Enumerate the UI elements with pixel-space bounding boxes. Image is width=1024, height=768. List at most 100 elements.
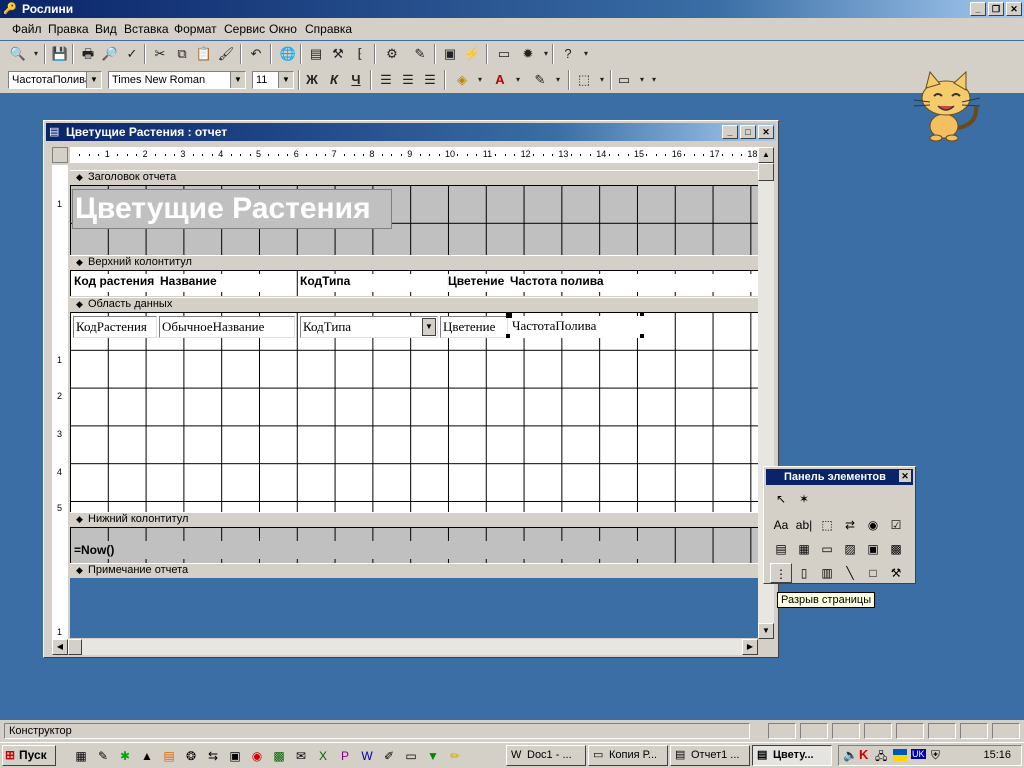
tab-control-tool-icon[interactable]: ▯ — [793, 563, 815, 583]
section-bar-page-footer[interactable]: ◆ Нижний колонтитул — [70, 512, 758, 528]
report-maximize-button[interactable]: □ — [740, 125, 756, 139]
underline-button[interactable]: Ч — [346, 70, 366, 90]
sorting-grouping-icon[interactable]: ⁅ — [350, 44, 370, 64]
selection-handle[interactable] — [640, 334, 644, 338]
unbound-frame-tool-icon[interactable]: ▣ — [862, 539, 884, 559]
header-label-type[interactable]: КодТипа — [300, 274, 438, 292]
language-indicator[interactable]: UK — [911, 749, 926, 759]
menu-tools[interactable]: Сервис — [224, 22, 265, 36]
office-assistant-cat-icon[interactable] — [900, 68, 990, 142]
page-footer-grid[interactable]: =Now() — [70, 527, 758, 563]
quicklaunch-fish-icon[interactable]: ❂ — [182, 747, 200, 765]
quicklaunch-paint-icon[interactable]: ✎ — [94, 747, 112, 765]
horizontal-scrollbar[interactable]: ◀ ▶ — [52, 639, 758, 655]
header-label-name[interactable]: Название — [160, 274, 294, 292]
bound-frame-tool-icon[interactable]: ▩ — [885, 539, 907, 559]
ukraine-flag-icon[interactable] — [893, 749, 907, 761]
task-button-report1[interactable]: ▤ Отчет1 ... — [670, 745, 750, 766]
quicklaunch-excel-icon[interactable]: X — [314, 747, 332, 765]
report-title-label[interactable]: Цветущие Растения — [72, 189, 392, 229]
more-controls-tool-icon[interactable]: ⚒ — [885, 563, 907, 583]
shield-icon[interactable]: ⛨ — [931, 748, 940, 763]
chevron-down-icon[interactable]: ▼ — [230, 72, 245, 88]
copy-icon[interactable]: ⧉ — [172, 44, 192, 64]
quicklaunch-desktop-icon[interactable]: ▦ — [72, 747, 90, 765]
section-bar-report-footer[interactable]: ◆ Примечание отчета — [70, 563, 758, 579]
task-button-flowering[interactable]: ▤ Цвету... — [752, 745, 832, 766]
report-header-grid[interactable]: Цветущие Растения — [70, 185, 758, 255]
menu-view[interactable]: Вид — [95, 22, 117, 36]
scroll-left-icon[interactable]: ◀ — [52, 639, 68, 655]
minimize-button[interactable]: _ — [970, 2, 986, 16]
vertical-ruler[interactable]: 1 1 2 3 4 5 1 — [52, 165, 68, 655]
format-painter-icon[interactable]: 🖌 — [216, 44, 236, 64]
align-left-icon[interactable]: ☰ — [376, 70, 396, 90]
quicklaunch-check-icon[interactable]: ▼ — [424, 747, 442, 765]
italic-button[interactable]: К — [324, 70, 344, 90]
hyperlink-icon[interactable]: 🌐 — [278, 44, 298, 64]
save-icon[interactable]: 💾 — [50, 44, 70, 64]
menu-file[interactable]: Файл — [12, 22, 42, 36]
quicklaunch-publisher-icon[interactable]: P — [336, 747, 354, 765]
align-right-icon[interactable]: ☰ — [420, 70, 440, 90]
field-watering-selected[interactable]: ЧастотаПолива — [510, 316, 640, 338]
help-dropdown-icon[interactable]: ▾ — [576, 44, 596, 64]
page-header-grid[interactable]: Код растения Название КодТипа Цветение Ч… — [70, 270, 758, 296]
line-tool-icon[interactable]: ╲ — [839, 563, 861, 583]
start-button[interactable]: ⊞ Пуск — [2, 745, 56, 766]
selection-handle[interactable] — [506, 334, 510, 338]
toolbox-icon[interactable]: ⚒ — [328, 44, 348, 64]
section-bar-report-header[interactable]: ◆ Заголовок отчета — [70, 170, 758, 186]
view-icon[interactable]: 🔍 — [8, 44, 28, 64]
cut-icon[interactable]: ✂ — [150, 44, 170, 64]
toolbar-options-icon[interactable]: ▾ — [644, 70, 664, 90]
chevron-down-icon[interactable]: ▼ — [86, 72, 101, 88]
special-effect-icon[interactable]: ▭ — [614, 70, 634, 90]
chevron-down-icon[interactable]: ▼ — [278, 72, 293, 88]
toolbox-close-icon[interactable]: ✕ — [899, 470, 911, 482]
quicklaunch-image-icon[interactable]: ▣ — [226, 747, 244, 765]
report-minimize-button[interactable]: _ — [722, 125, 738, 139]
fill-color-icon[interactable]: ◈ — [452, 70, 472, 90]
report-close-button[interactable]: ✕ — [758, 125, 774, 139]
print-icon[interactable]: 🖶 — [78, 44, 98, 64]
font-color-dropdown-icon[interactable]: ▾ — [508, 70, 528, 90]
header-label-watering[interactable]: Частота полива — [510, 274, 756, 292]
font-size-combo[interactable]: 11 ▼ — [252, 71, 294, 89]
field-list-icon[interactable]: ▤ — [306, 44, 326, 64]
field-code[interactable]: КодРастения — [73, 316, 157, 338]
task-button-copy[interactable]: ▭ Копия Р... — [588, 745, 668, 766]
checkbox-tool-icon[interactable]: ☑ — [885, 515, 907, 535]
section-bar-detail[interactable]: ◆ Область данных — [70, 297, 758, 313]
quicklaunch-triangle-icon[interactable]: ▲ — [138, 747, 156, 765]
quicklaunch-paint-icon[interactable]: ✐ — [380, 747, 398, 765]
chevron-down-icon[interactable]: ▼ — [422, 318, 436, 336]
font-color-icon[interactable]: A — [490, 70, 510, 90]
hscroll-thumb[interactable] — [68, 639, 82, 655]
toggle-tool-icon[interactable]: ⇄ — [839, 515, 861, 535]
section-bar-page-header[interactable]: ◆ Верхний колонтитул — [70, 255, 758, 271]
app-titlebar[interactable]: 🔑 Рослини _ ❐ ✕ — [0, 0, 1024, 18]
border-width-icon[interactable]: ⬚ — [574, 70, 594, 90]
field-bloom[interactable]: Цветение — [440, 316, 508, 338]
toolbox-titlebar[interactable]: Панель элементов ✕ — [766, 469, 913, 485]
image-tool-icon[interactable]: ▨ — [839, 539, 861, 559]
network-icon[interactable]: 🖧 — [875, 748, 887, 767]
field-name[interactable]: ОбычноеНазвание — [159, 316, 295, 338]
selection-handle[interactable] — [640, 312, 644, 316]
menu-edit[interactable]: Правка — [48, 22, 89, 36]
quicklaunch-word-icon[interactable]: W — [358, 747, 376, 765]
quicklaunch-flower-icon[interactable]: ✱ — [116, 747, 134, 765]
line-color-icon[interactable]: ✎ — [530, 70, 550, 90]
menu-window[interactable]: Окно — [269, 22, 297, 36]
autoformat-icon[interactable]: ⚙ — [382, 44, 402, 64]
option-group-tool-icon[interactable]: ⬚ — [816, 515, 838, 535]
view-dropdown-icon[interactable]: ▾ — [26, 44, 46, 64]
wizard-tool-icon[interactable]: ✶ — [793, 489, 815, 509]
properties-icon[interactable]: ▣ — [440, 44, 460, 64]
database-window-icon[interactable]: ▭ — [494, 44, 514, 64]
scroll-thumb[interactable] — [758, 163, 774, 181]
quicklaunch-media-icon[interactable]: ▭ — [402, 747, 420, 765]
quicklaunch-outlook-icon[interactable]: ✉ — [292, 747, 310, 765]
selection-handle[interactable] — [506, 312, 512, 318]
